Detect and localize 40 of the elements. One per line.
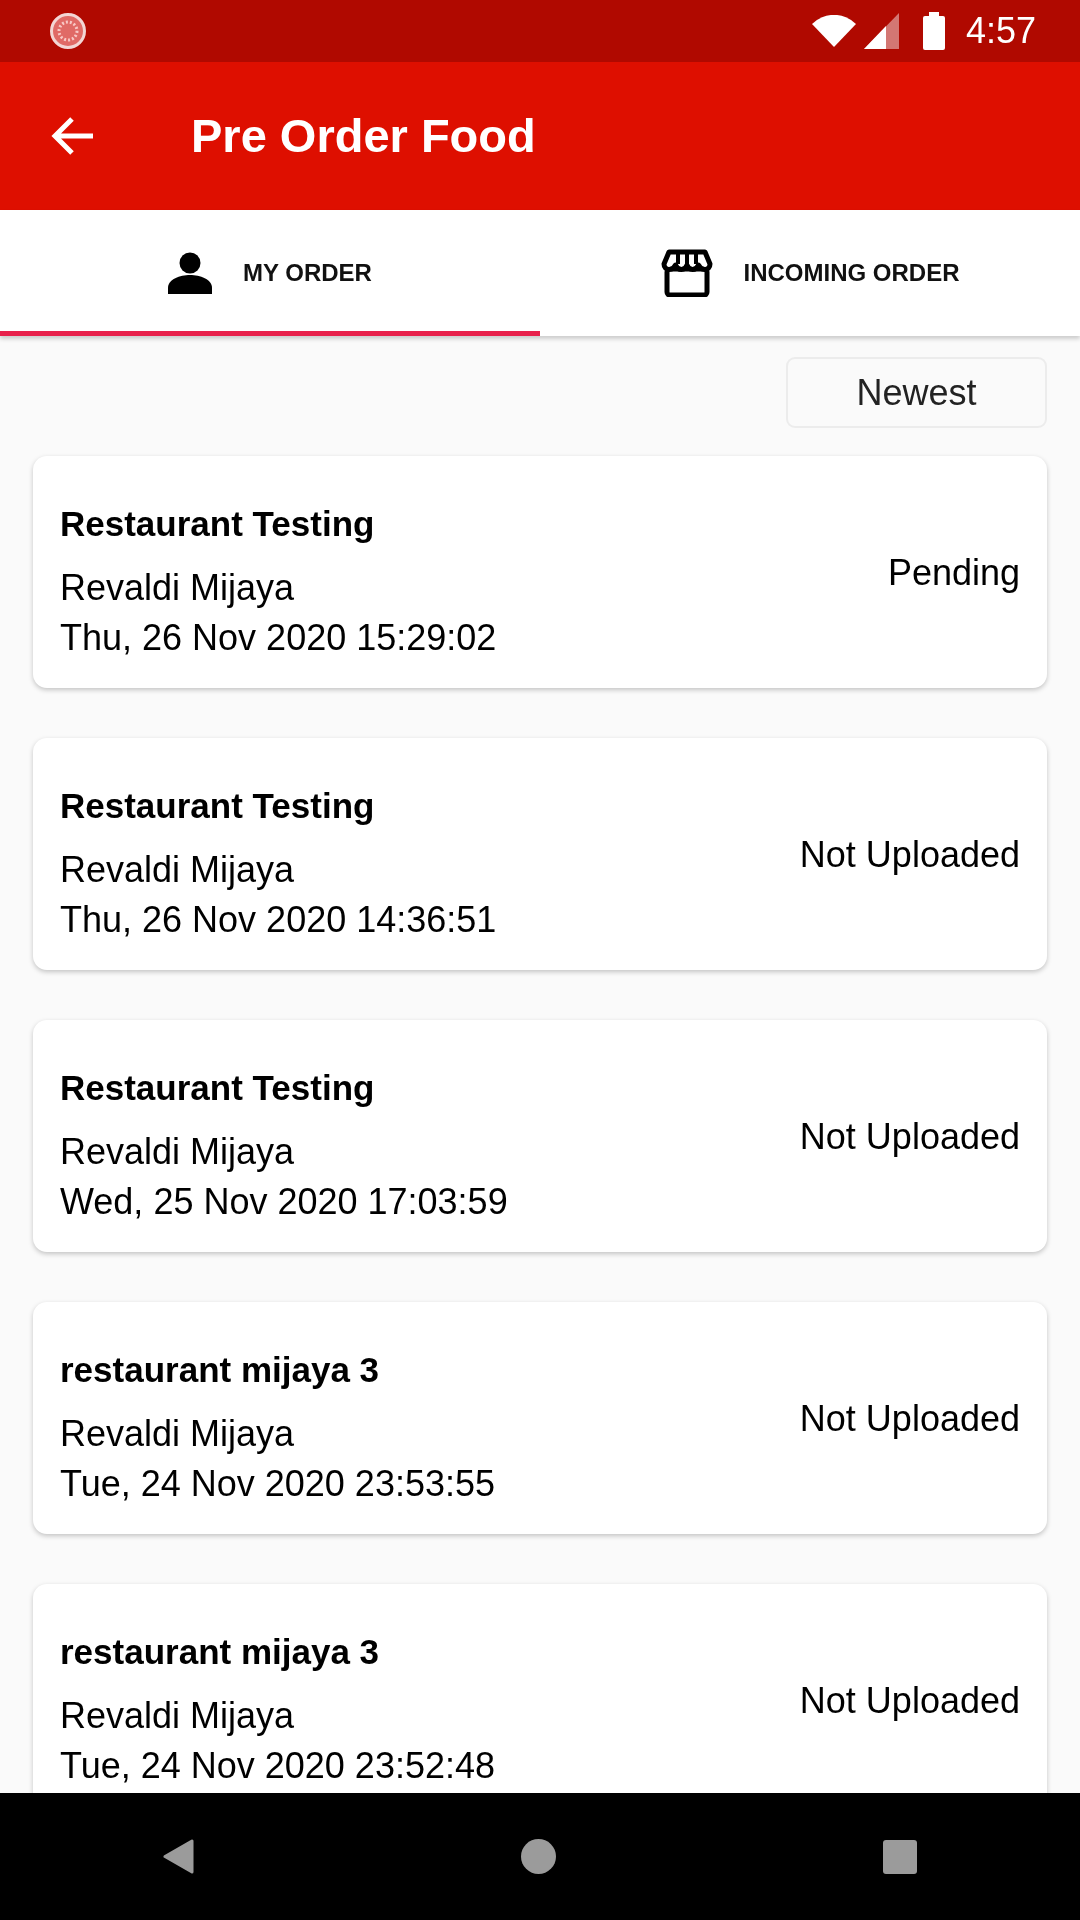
signal-icon [863,13,899,49]
storefront-icon [660,249,713,297]
order-card[interactable]: Restaurant Testing Revaldi Mijaya Thu, 26 Nov 2020 14:36:51 Not Uploaded [33,738,1047,970]
order-status: Not Uploaded [799,1114,1020,1159]
app-title: Pre Order Food [191,108,536,164]
nav-back-icon[interactable] [163,1839,195,1874]
customer-name: Revaldi Mijaya [60,566,295,610]
home-icon[interactable] [521,1839,556,1874]
order-date: Thu, 26 Nov 2020 15:29:02 [60,616,497,660]
order-card[interactable]: restaurant mijaya 3 Revaldi Mijaya Tue, 24 Nov 2020 23:52:48 Not Uploaded [33,1584,1047,1793]
order-date: Tue, 24 Nov 2020 23:52:48 [60,1744,495,1788]
restaurant-name: Restaurant Testing [60,1068,375,1108]
customer-name: Revaldi Mijaya [60,1694,295,1738]
customer-name: Revaldi Mijaya [60,848,295,892]
recents-icon[interactable] [882,1839,917,1874]
customer-name: Revaldi Mijaya [60,1130,295,1174]
sort-button[interactable]: Newest [786,357,1047,428]
order-date: Thu, 26 Nov 2020 14:36:51 [60,898,497,942]
battery-icon [922,12,945,50]
restaurant-name: restaurant mijaya 3 [60,1350,380,1390]
tab[interactable]: MY ORDER [0,210,540,336]
status-time: 4:57 [965,11,1036,51]
order-date: Tue, 24 Nov 2020 23:53:55 [60,1462,495,1506]
restaurant-name: Restaurant Testing [60,504,375,544]
order-card[interactable]: restaurant mijaya 3 Revaldi Mijaya Tue, 24 Nov 2020 23:53:55 Not Uploaded [33,1302,1047,1534]
order-status: Not Uploaded [799,1678,1020,1723]
restaurant-name: restaurant mijaya 3 [60,1632,380,1672]
order-card[interactable]: Restaurant Testing Revaldi Mijaya Thu, 26 Nov 2020 15:29:02 Pending [33,456,1047,688]
order-date: Wed, 25 Nov 2020 17:03:59 [60,1180,508,1224]
restaurant-name: Restaurant Testing [60,786,375,826]
tab[interactable]: INCOMING ORDER [540,210,1080,336]
wifi-icon [811,15,856,47]
notification-icon [50,13,86,49]
customer-name: Revaldi Mijaya [60,1412,295,1456]
order-status: Pending [887,550,1020,595]
order-status: Not Uploaded [799,1396,1020,1441]
order-status: Not Uploaded [799,832,1020,877]
back-icon[interactable] [51,116,95,156]
person-icon [168,252,213,294]
order-card[interactable]: Restaurant Testing Revaldi Mijaya Wed, 25 Nov 2020 17:03:59 Not Uploaded [33,1020,1047,1252]
